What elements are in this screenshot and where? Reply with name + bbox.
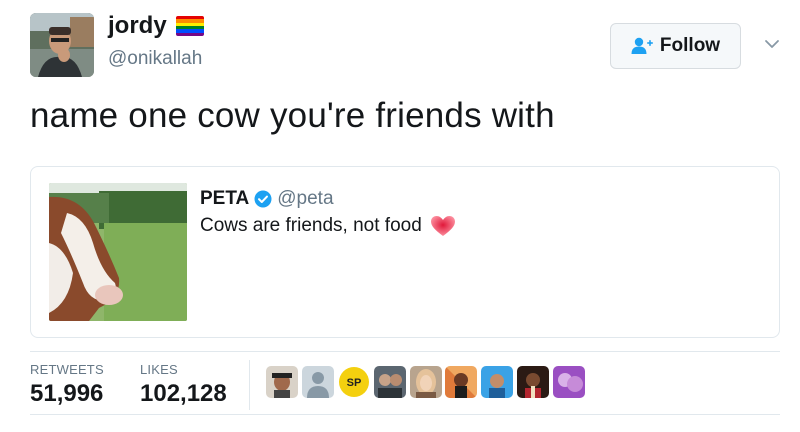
sp-logo-avatar[interactable]: SP bbox=[337, 366, 370, 398]
retweets-count[interactable]: 51,996 bbox=[30, 380, 103, 408]
follow-button-label: Follow bbox=[659, 35, 721, 56]
quoted-author-handle: @peta bbox=[277, 188, 334, 209]
user-photo-icon bbox=[30, 13, 94, 77]
quoted-author-name: PETA bbox=[200, 188, 250, 209]
quoted-tweet-card[interactable]: PETA @peta Cows are friends, not food bbox=[30, 166, 780, 338]
verified-badge-icon bbox=[254, 190, 272, 208]
add-user-icon bbox=[631, 37, 653, 54]
liker-avatar[interactable] bbox=[553, 366, 586, 398]
chevron-down-icon[interactable] bbox=[764, 36, 780, 52]
liker-avatar[interactable] bbox=[481, 366, 514, 398]
retweets-label[interactable]: RETWEETS bbox=[30, 362, 104, 377]
default-avatar-icon[interactable] bbox=[301, 366, 334, 398]
quoted-tweet-text: Cows are friends, not food bbox=[200, 215, 456, 237]
stats-divider-bottom bbox=[30, 414, 780, 415]
liker-avatar[interactable] bbox=[409, 366, 442, 398]
stats-divider-top bbox=[30, 351, 780, 352]
stats-separator bbox=[249, 360, 250, 410]
follow-button[interactable]: Follow bbox=[610, 23, 741, 69]
quoted-tweet-text-content: Cows are friends, not food bbox=[200, 215, 422, 236]
cow-photo bbox=[49, 183, 187, 321]
quoted-tweet-header: PETA @peta bbox=[200, 188, 334, 210]
heart-icon bbox=[430, 216, 455, 236]
author-display-name[interactable]: jordy bbox=[108, 12, 204, 40]
tweet-text: name one cow you're friends with bbox=[30, 96, 555, 135]
rainbow-flag-icon bbox=[175, 16, 204, 36]
svg-text:SP: SP bbox=[346, 377, 361, 389]
liker-avatar[interactable] bbox=[445, 366, 478, 398]
liker-avatar[interactable] bbox=[266, 366, 298, 398]
author-name-text: jordy bbox=[108, 12, 167, 39]
likes-count[interactable]: 102,128 bbox=[140, 380, 227, 408]
liker-avatar[interactable] bbox=[517, 366, 550, 398]
author-handle[interactable]: @onikallah bbox=[108, 48, 202, 70]
author-avatar[interactable] bbox=[30, 13, 94, 77]
likes-label[interactable]: LIKES bbox=[140, 362, 178, 377]
liker-avatar[interactable] bbox=[373, 366, 406, 398]
likers-avatars: SP bbox=[266, 366, 589, 398]
